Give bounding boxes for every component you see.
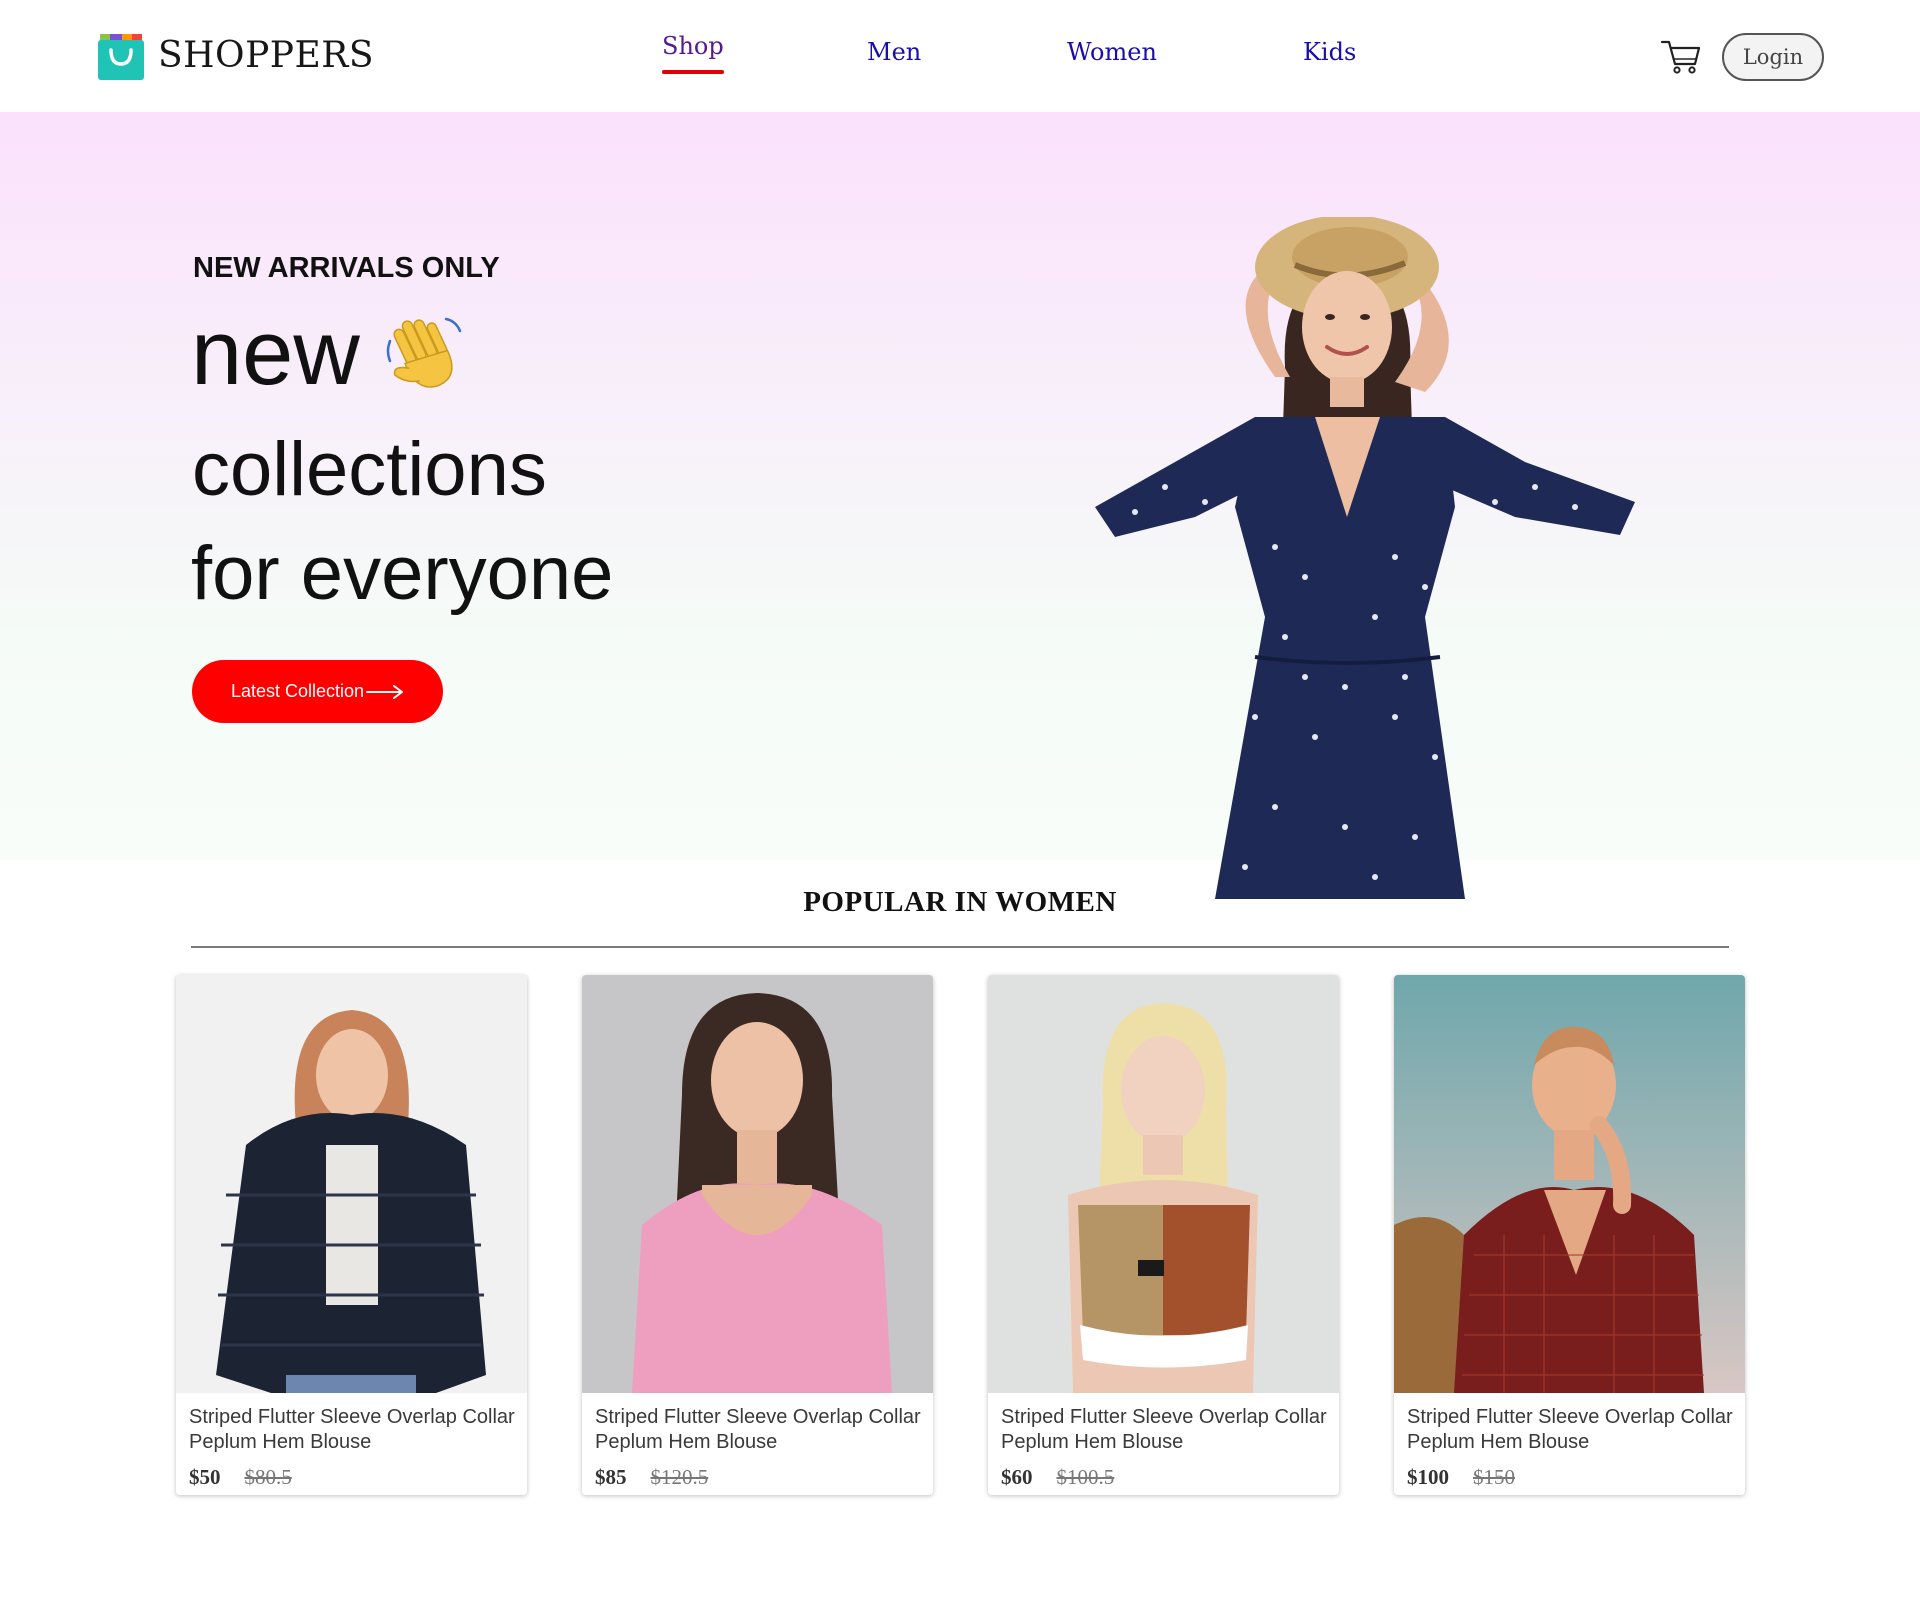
product-new-price: $50 [189, 1465, 221, 1489]
cart-icon[interactable] [1660, 38, 1702, 76]
product-prices: $60 $100.5 [1001, 1465, 1114, 1490]
popular-section-title: POPULAR IN WOMEN [803, 886, 1117, 918]
arrow-right-icon [366, 684, 404, 699]
product-new-price: $60 [1001, 1465, 1033, 1489]
login-button[interactable]: Login [1722, 33, 1824, 81]
hero-tagline: NEW ARRIVALS ONLY [193, 252, 500, 284]
nav-item-label: Kids [1303, 38, 1357, 66]
product-old-price: $100.5 [1056, 1465, 1115, 1489]
product-prices: $85 $120.5 [595, 1465, 708, 1490]
product-old-price: $80.5 [244, 1465, 292, 1489]
navbar: SHOPPERS Shop Men Women Kids Login [0, 0, 1920, 112]
latest-collection-button[interactable]: Latest Collection [192, 660, 443, 723]
product-new-price: $85 [595, 1465, 627, 1489]
nav-item-label: Women [1067, 38, 1157, 66]
product-new-price: $100 [1407, 1465, 1449, 1489]
product-card[interactable]: Striped Flutter Sleeve Overlap Collar Pe… [582, 975, 933, 1495]
latest-collection-label: Latest Collection [230, 681, 365, 701]
product-image [176, 975, 527, 1393]
hero-heading-text: new [191, 302, 360, 404]
nav-item-label: Men [867, 38, 922, 66]
product-card[interactable]: Striped Flutter Sleeve Overlap Collar Pe… [988, 975, 1339, 1495]
nav-menu: Shop Men Women Kids [0, 32, 1920, 84]
product-prices: $100 $150 [1407, 1465, 1515, 1490]
waving-hand-icon [386, 317, 462, 388]
nav-item-men[interactable]: Men [867, 38, 921, 66]
hero-heading-line2: collections [192, 427, 547, 512]
product-name: Striped Flutter Sleeve Overlap Collar Pe… [1001, 1406, 1327, 1453]
nav-item-women[interactable]: Women [1067, 38, 1157, 66]
nav-item-kids[interactable]: Kids [1303, 38, 1356, 66]
product-old-price: $120.5 [650, 1465, 709, 1489]
nav-item-label: Shop [662, 32, 724, 60]
hero-model-image [1095, 217, 1635, 899]
nav-item-shop[interactable]: Shop [662, 32, 724, 74]
product-name: Striped Flutter Sleeve Overlap Collar Pe… [189, 1406, 515, 1453]
hero-heading-line3: for everyone [191, 531, 614, 616]
hero-banner: NEW ARRIVALS ONLY new collections for ev… [0, 112, 1920, 899]
product-name: Striped Flutter Sleeve Overlap Collar Pe… [1407, 1406, 1733, 1453]
product-image [988, 975, 1339, 1393]
product-name: Striped Flutter Sleeve Overlap Collar Pe… [595, 1406, 921, 1453]
product-image [1394, 975, 1745, 1393]
active-nav-underline [662, 70, 724, 74]
product-card[interactable]: Striped Flutter Sleeve Overlap Collar Pe… [1394, 975, 1745, 1495]
product-prices: $50 $80.5 [189, 1465, 292, 1490]
section-divider [191, 946, 1729, 948]
product-card[interactable]: Striped Flutter Sleeve Overlap Collar Pe… [176, 975, 527, 1495]
product-old-price: $150 [1473, 1465, 1515, 1489]
product-image [582, 975, 933, 1393]
hero-heading-line1: new [191, 307, 466, 399]
